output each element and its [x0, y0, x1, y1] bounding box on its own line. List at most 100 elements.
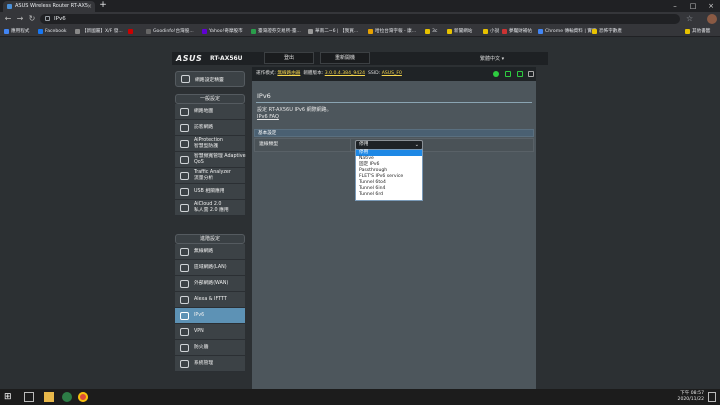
windows-start-icon[interactable]: ⊞: [4, 392, 14, 402]
firewall-icon: [180, 344, 189, 352]
sidebar-item-qos[interactable]: 智慧頻寬管理 Adaptive QoS: [175, 152, 246, 168]
usb-status-icon[interactable]: [528, 71, 534, 77]
sidebar-item-wan[interactable]: 外部網路(WAN): [175, 276, 245, 292]
language-select[interactable]: 繁體中文 ▾: [480, 55, 504, 62]
usb-icon: [180, 188, 189, 196]
aicloud-icon: [180, 204, 189, 212]
system-clock[interactable]: 下午 08:57 2020/11/22: [664, 391, 704, 403]
bookmark-folder[interactable]: 新聞網站: [447, 27, 472, 36]
firmware-link[interactable]: 3.0.0.4.384_9424: [325, 71, 365, 76]
bookmark-item[interactable]: 應用程式: [4, 27, 29, 36]
url-text: IPv6: [54, 16, 66, 22]
sidebar-item-admin[interactable]: 系統管理: [175, 356, 245, 372]
op-mode-link[interactable]: 無線路由器: [277, 71, 300, 76]
wifi-status-icon[interactable]: [505, 71, 511, 77]
sidebar-item-firewall[interactable]: 防火牆: [175, 340, 245, 356]
page-description: 設定 RT-AX56U IPv6 網際網路。 IPv6 FAQ: [257, 107, 332, 121]
bookmark-item[interactable]: 恐怖字數產: [592, 27, 622, 36]
lan-icon: [180, 264, 189, 272]
asus-favicon-icon: [7, 4, 12, 9]
ipv6-icon: [180, 312, 189, 320]
minimize-icon[interactable]: –: [666, 0, 684, 12]
maximize-icon[interactable]: □: [684, 0, 702, 12]
bookmark-item[interactable]: Yahoo!奇摩股市: [202, 27, 243, 36]
bookmark-item[interactable]: 夢魘財補帖: [502, 27, 532, 36]
network-map-icon: [180, 108, 189, 116]
admin-icon: [180, 360, 189, 368]
sidebar-item-alexa[interactable]: Alexa & IFTTT: [175, 292, 245, 308]
chrome-icon[interactable]: [78, 392, 88, 402]
bookmark-item[interactable]: 哈拉台灣字報 - 康...: [368, 27, 416, 36]
reload-icon[interactable]: ↻: [27, 14, 37, 24]
bookmarks-bar: 應用程式 Facebook 【新國屬】X/F 發... Goodinfo!台灣股…: [0, 26, 720, 37]
traffic-icon: [180, 172, 189, 180]
file-explorer-icon[interactable]: [44, 392, 54, 402]
back-icon[interactable]: ←: [3, 14, 13, 24]
other-bookmarks[interactable]: 其他書籤: [685, 27, 710, 36]
address-bar[interactable]: IPv6: [40, 14, 680, 24]
sidebar-item-wireless[interactable]: 無線網路: [175, 244, 245, 260]
bookmark-item[interactable]: Facebook: [38, 27, 67, 36]
info-icon[interactable]: [45, 16, 50, 21]
bookmark-item[interactable]: 臺灣證券交易所-臺...: [251, 27, 301, 36]
reboot-button[interactable]: 重新開機: [320, 52, 370, 64]
sidebar-item-aiprotection[interactable]: AiProtection 智慧型防護: [175, 136, 245, 152]
quick-setup-button[interactable]: 網路設定精靈: [175, 71, 245, 87]
profile-avatar[interactable]: [707, 14, 717, 24]
sidebar-item-aicloud[interactable]: AiCloud 2.0 私人雲 2.0 應用: [175, 200, 245, 216]
close-window-icon[interactable]: ×: [702, 0, 720, 12]
browser-tab-strip: ASUS Wireless Router RT-AX5 × + – □ ×: [0, 0, 720, 12]
aiprotection-icon: [180, 140, 189, 148]
browser-tab[interactable]: ASUS Wireless Router RT-AX5 ×: [3, 1, 95, 12]
ipv6-faq-link[interactable]: IPv6 FAQ: [257, 114, 332, 121]
wireless-icon: [180, 248, 189, 256]
wizard-icon: [181, 75, 190, 83]
toolbar: ← → ↻ IPv6 ☆: [0, 12, 720, 26]
bookmark-folder[interactable]: 3c: [425, 27, 437, 36]
ssid-link[interactable]: ASUS_F0: [382, 71, 402, 76]
guest-network-icon: [180, 124, 189, 132]
bookmark-folder[interactable]: 小說: [483, 27, 499, 36]
qos-icon: [180, 156, 189, 164]
title-divider: [256, 102, 532, 103]
taskbar: ⊞ 下午 08:57 2020/11/22: [0, 389, 720, 405]
bookmark-item[interactable]: 【新國屬】X/F 發...: [75, 27, 123, 36]
sidebar-item-lan[interactable]: 區域網路(LAN): [175, 260, 245, 276]
sidebar-item-traffic[interactable]: Traffic Analyzer 流量分析: [175, 168, 245, 184]
new-tab-button[interactable]: +: [98, 1, 108, 11]
section-header: 基本設定: [254, 129, 534, 137]
vpn-icon: [180, 328, 189, 336]
bookmark-item[interactable]: [128, 27, 135, 36]
connection-type-dropdown: 停用 Native 固定 IPv6 Passthrough FLET'S IPv…: [355, 149, 423, 201]
tab-title: ASUS Wireless Router RT-AX5: [15, 3, 89, 9]
alexa-icon: [180, 296, 189, 304]
sidebar-item-network-map[interactable]: 網路地圖: [175, 104, 245, 120]
sidebar-item-guest[interactable]: 訪客網路: [175, 120, 245, 136]
connection-type-label: 連線類型: [259, 139, 351, 151]
logout-button[interactable]: 登出: [264, 52, 314, 64]
sidebar-item-usb[interactable]: USB 相關應用: [175, 184, 245, 200]
notification-icon[interactable]: [708, 392, 716, 402]
general-header: 一般設定: [175, 94, 245, 104]
chevron-down-icon: ⌄: [414, 142, 419, 148]
model-name: RT-AX56U: [210, 55, 243, 62]
bookmark-item[interactable]: Chrome 傳輸資料 | 實家: [538, 27, 597, 36]
router-page: ASUS RT-AX56U 登出 重新開機 繁體中文 ▾ 網路設定精靈 一般設定…: [0, 37, 720, 389]
task-view-icon[interactable]: [24, 392, 34, 402]
app-icon[interactable]: [62, 392, 72, 402]
close-tab-icon[interactable]: ×: [87, 1, 92, 12]
guest-status-icon[interactable]: [517, 71, 523, 77]
page-title: IPv6: [257, 92, 271, 100]
bookmark-item[interactable]: 華南二~6 | 【我買...: [308, 27, 358, 36]
asus-logo: ASUS: [176, 54, 203, 63]
option-6rd[interactable]: Tunnel 6rd: [356, 192, 422, 198]
internet-status-icon[interactable]: [493, 71, 499, 77]
bookmark-item[interactable]: Goodinfo!台灣股...: [146, 27, 194, 36]
forward-icon[interactable]: →: [15, 14, 25, 24]
advanced-header: 進階設定: [175, 234, 245, 244]
sidebar-item-ipv6[interactable]: IPv6: [175, 308, 245, 324]
bookmark-star-icon[interactable]: ☆: [686, 14, 693, 24]
wan-icon: [180, 280, 189, 288]
sidebar: 網路設定精靈 一般設定 網路地圖 訪客網路 AiProtection 智慧型防護…: [173, 67, 246, 387]
sidebar-item-vpn[interactable]: VPN: [175, 324, 245, 340]
